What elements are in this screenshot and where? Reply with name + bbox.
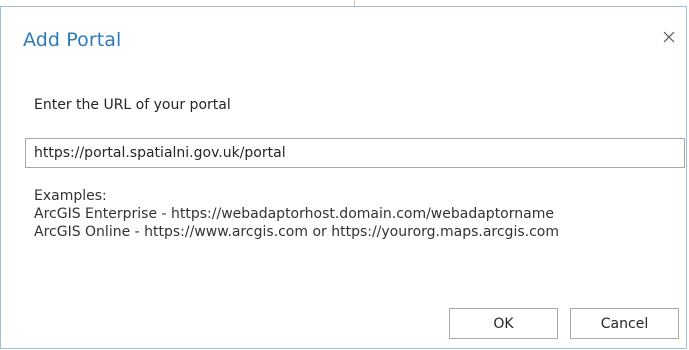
ok-button[interactable]: OK bbox=[449, 308, 558, 339]
examples-block: Examples: ArcGIS Enterprise - https://we… bbox=[34, 187, 559, 241]
example-enterprise: ArcGIS Enterprise - https://webadaptorho… bbox=[34, 206, 554, 222]
dialog-title: Add Portal bbox=[23, 29, 122, 51]
example-online: ArcGIS Online - https://www.arcgis.com o… bbox=[34, 224, 559, 240]
close-icon bbox=[663, 31, 675, 43]
close-button[interactable] bbox=[652, 21, 686, 53]
add-portal-dialog: Add Portal Enter the URL of your portal … bbox=[0, 6, 687, 349]
url-label: Enter the URL of your portal bbox=[34, 97, 231, 113]
examples-heading: Examples: bbox=[34, 188, 107, 204]
cancel-button[interactable]: Cancel bbox=[570, 308, 679, 339]
portal-url-input[interactable] bbox=[25, 138, 685, 168]
